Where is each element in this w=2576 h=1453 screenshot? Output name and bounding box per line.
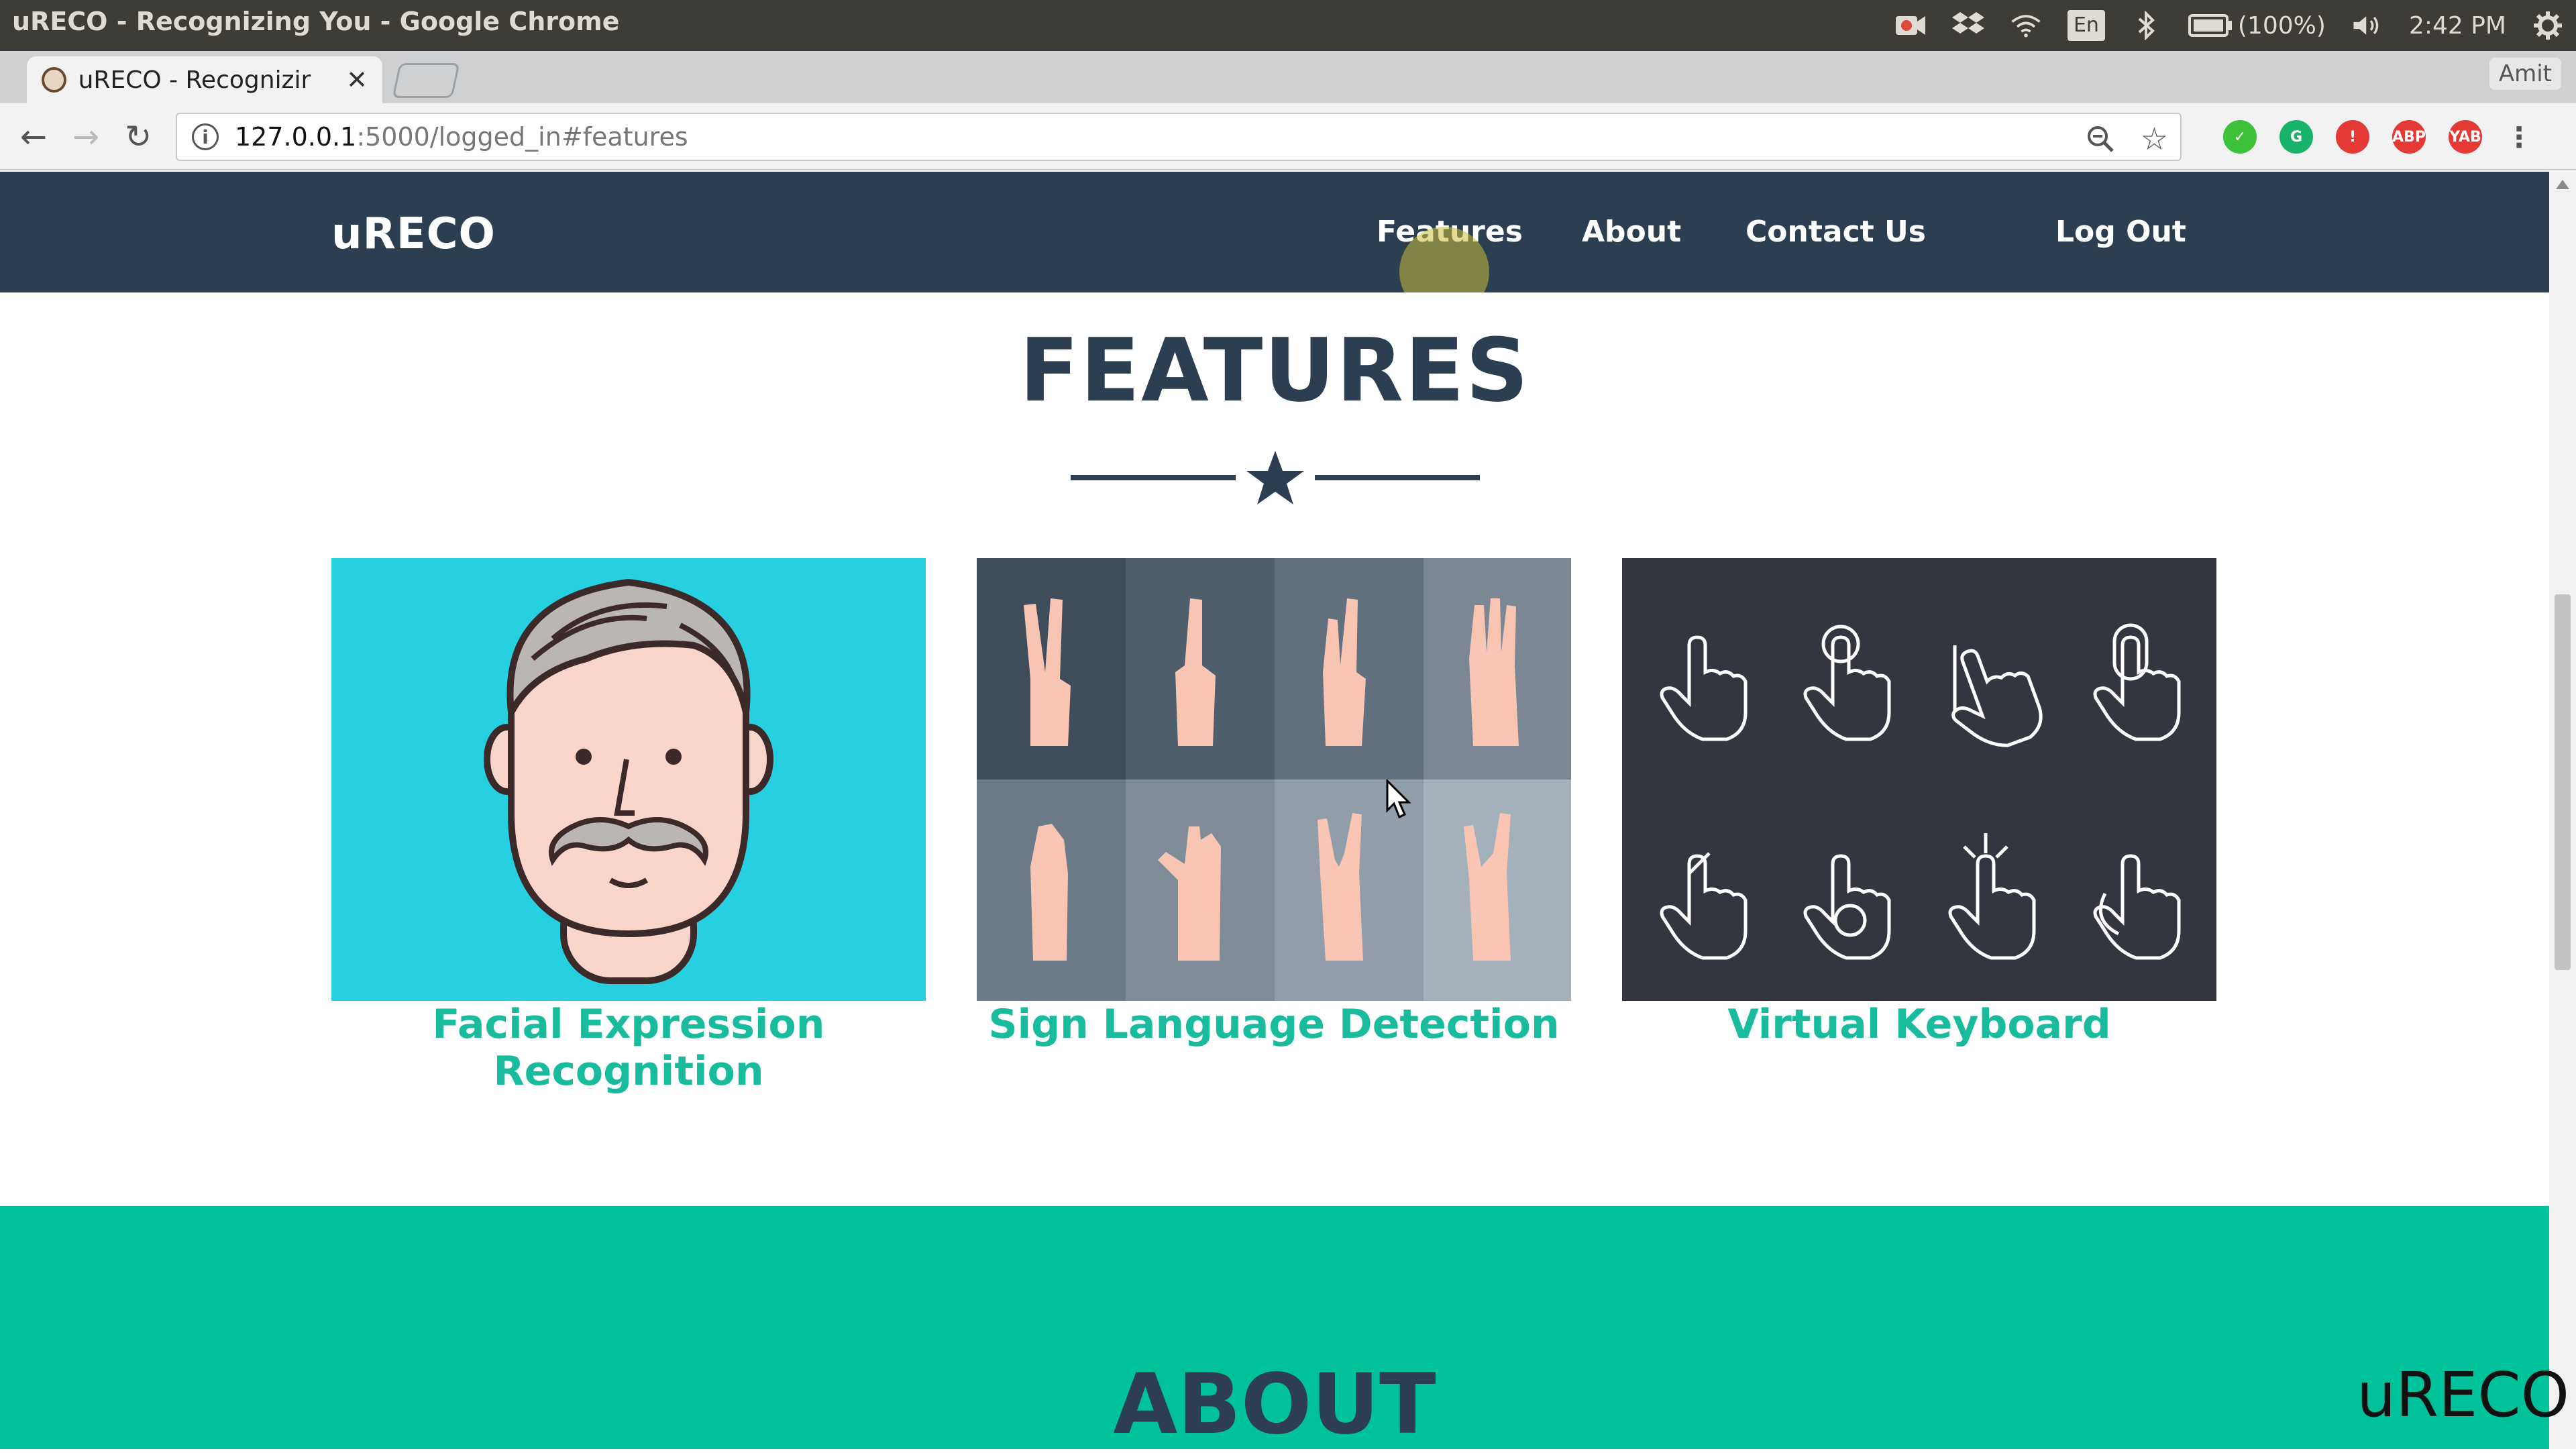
- face-icon: [484, 578, 773, 984]
- nav-log-out[interactable]: Log Out: [2055, 215, 2186, 249]
- browser-tab-strip: uRECO - Recognizir ✕ Amit: [0, 51, 2576, 103]
- tab-title: uRECO - Recognizir: [78, 66, 311, 94]
- nav-contact-us[interactable]: Contact Us: [1746, 215, 1926, 249]
- extension-check-icon[interactable]: ✓: [2223, 120, 2257, 154]
- url-host: 127.0.0.1: [235, 122, 357, 152]
- new-tab-button[interactable]: [392, 63, 460, 98]
- favicon-icon: [42, 67, 66, 93]
- bluetooth-icon[interactable]: [2131, 9, 2163, 42]
- feature-title-sign[interactable]: Sign Language Detection: [977, 1001, 1571, 1048]
- video-watermark: uRECO: [2356, 1359, 2569, 1431]
- extensions-area: ✓ G ! ABP YAB ⋮: [2223, 118, 2533, 156]
- battery-percent: (100%): [2237, 11, 2326, 40]
- bookmark-star-icon[interactable]: ☆: [2141, 121, 2168, 157]
- reload-icon[interactable]: ↻: [119, 118, 157, 156]
- site-navbar: uRECO Features About Contact Us Log Out: [0, 172, 2549, 292]
- feature-card-sign[interactable]: [977, 558, 1571, 1001]
- feature-card-facial[interactable]: [331, 558, 926, 1001]
- battery-icon: [2188, 14, 2232, 37]
- record-icon[interactable]: [1894, 9, 1927, 42]
- feature-title-facial-line1: Facial Expression: [432, 1001, 825, 1048]
- nav-about[interactable]: About: [1582, 215, 1681, 249]
- volume-icon[interactable]: [2351, 9, 2383, 42]
- star-divider: [1071, 451, 1480, 504]
- touch-gestures-icon: [1622, 623, 2216, 1001]
- page-scrollbar[interactable]: [2549, 172, 2576, 1449]
- close-tab-icon[interactable]: ✕: [346, 65, 368, 95]
- wifi-icon[interactable]: [2010, 9, 2042, 42]
- profile-button[interactable]: Amit: [2489, 58, 2561, 90]
- mouse-pointer-icon: [1386, 779, 1411, 819]
- clock[interactable]: 2:42 PM: [2409, 12, 2506, 40]
- extension-grammarly-icon[interactable]: G: [2279, 120, 2313, 154]
- back-arrow-icon[interactable]: ←: [15, 118, 52, 156]
- about-heading: ABOUT: [1113, 1356, 1436, 1453]
- system-tray: En (100%) 2:42 PM: [1894, 0, 2564, 51]
- features-heading: FEATURES: [1019, 319, 1530, 421]
- hand-signs-icon: [977, 558, 1571, 1001]
- feature-title-facial-line2: Recognition: [493, 1048, 764, 1095]
- forward-arrow-icon[interactable]: →: [67, 118, 105, 156]
- extension-shield-icon[interactable]: !: [2336, 120, 2369, 154]
- site-brand[interactable]: uRECO: [331, 209, 496, 259]
- feature-title-keyboard[interactable]: Virtual Keyboard: [1622, 1001, 2216, 1048]
- site-info-icon[interactable]: i: [192, 123, 219, 150]
- address-bar[interactable]: i 127.0.0.1:5000/logged_in#features ☆: [176, 113, 2182, 161]
- scroll-up-arrow-icon[interactable]: [2556, 180, 2569, 189]
- url-path: :5000/logged_in#features: [356, 122, 688, 152]
- extension-yab-icon[interactable]: YAB: [2449, 120, 2482, 154]
- scrollbar-thumb[interactable]: [2555, 594, 2571, 970]
- browser-tab-active[interactable]: uRECO - Recognizir ✕: [27, 56, 382, 103]
- keyboard-layout-indicator[interactable]: En: [2067, 10, 2105, 41]
- browser-toolbar: ← → ↻ i 127.0.0.1:5000/logged_in#feature…: [0, 103, 2576, 170]
- dropbox-icon[interactable]: [1951, 9, 1984, 42]
- extension-abp-icon[interactable]: ABP: [2392, 120, 2426, 154]
- os-top-bar: uRECO - Recognizing You - Google Chrome …: [0, 0, 2576, 51]
- feature-card-keyboard[interactable]: [1622, 558, 2216, 1001]
- feature-title-facial[interactable]: Facial Expression Recognition: [331, 1001, 926, 1095]
- settings-gear-icon[interactable]: [2532, 9, 2564, 42]
- window-title: uRECO - Recognizing You - Google Chrome: [12, 7, 620, 36]
- battery-indicator[interactable]: (100%): [2188, 12, 2326, 40]
- chrome-menu-icon[interactable]: ⋮: [2505, 121, 2533, 154]
- star-icon: [1246, 451, 1304, 504]
- zoom-icon[interactable]: [2086, 124, 2115, 154]
- about-section: ABOUT: [0, 1206, 2549, 1453]
